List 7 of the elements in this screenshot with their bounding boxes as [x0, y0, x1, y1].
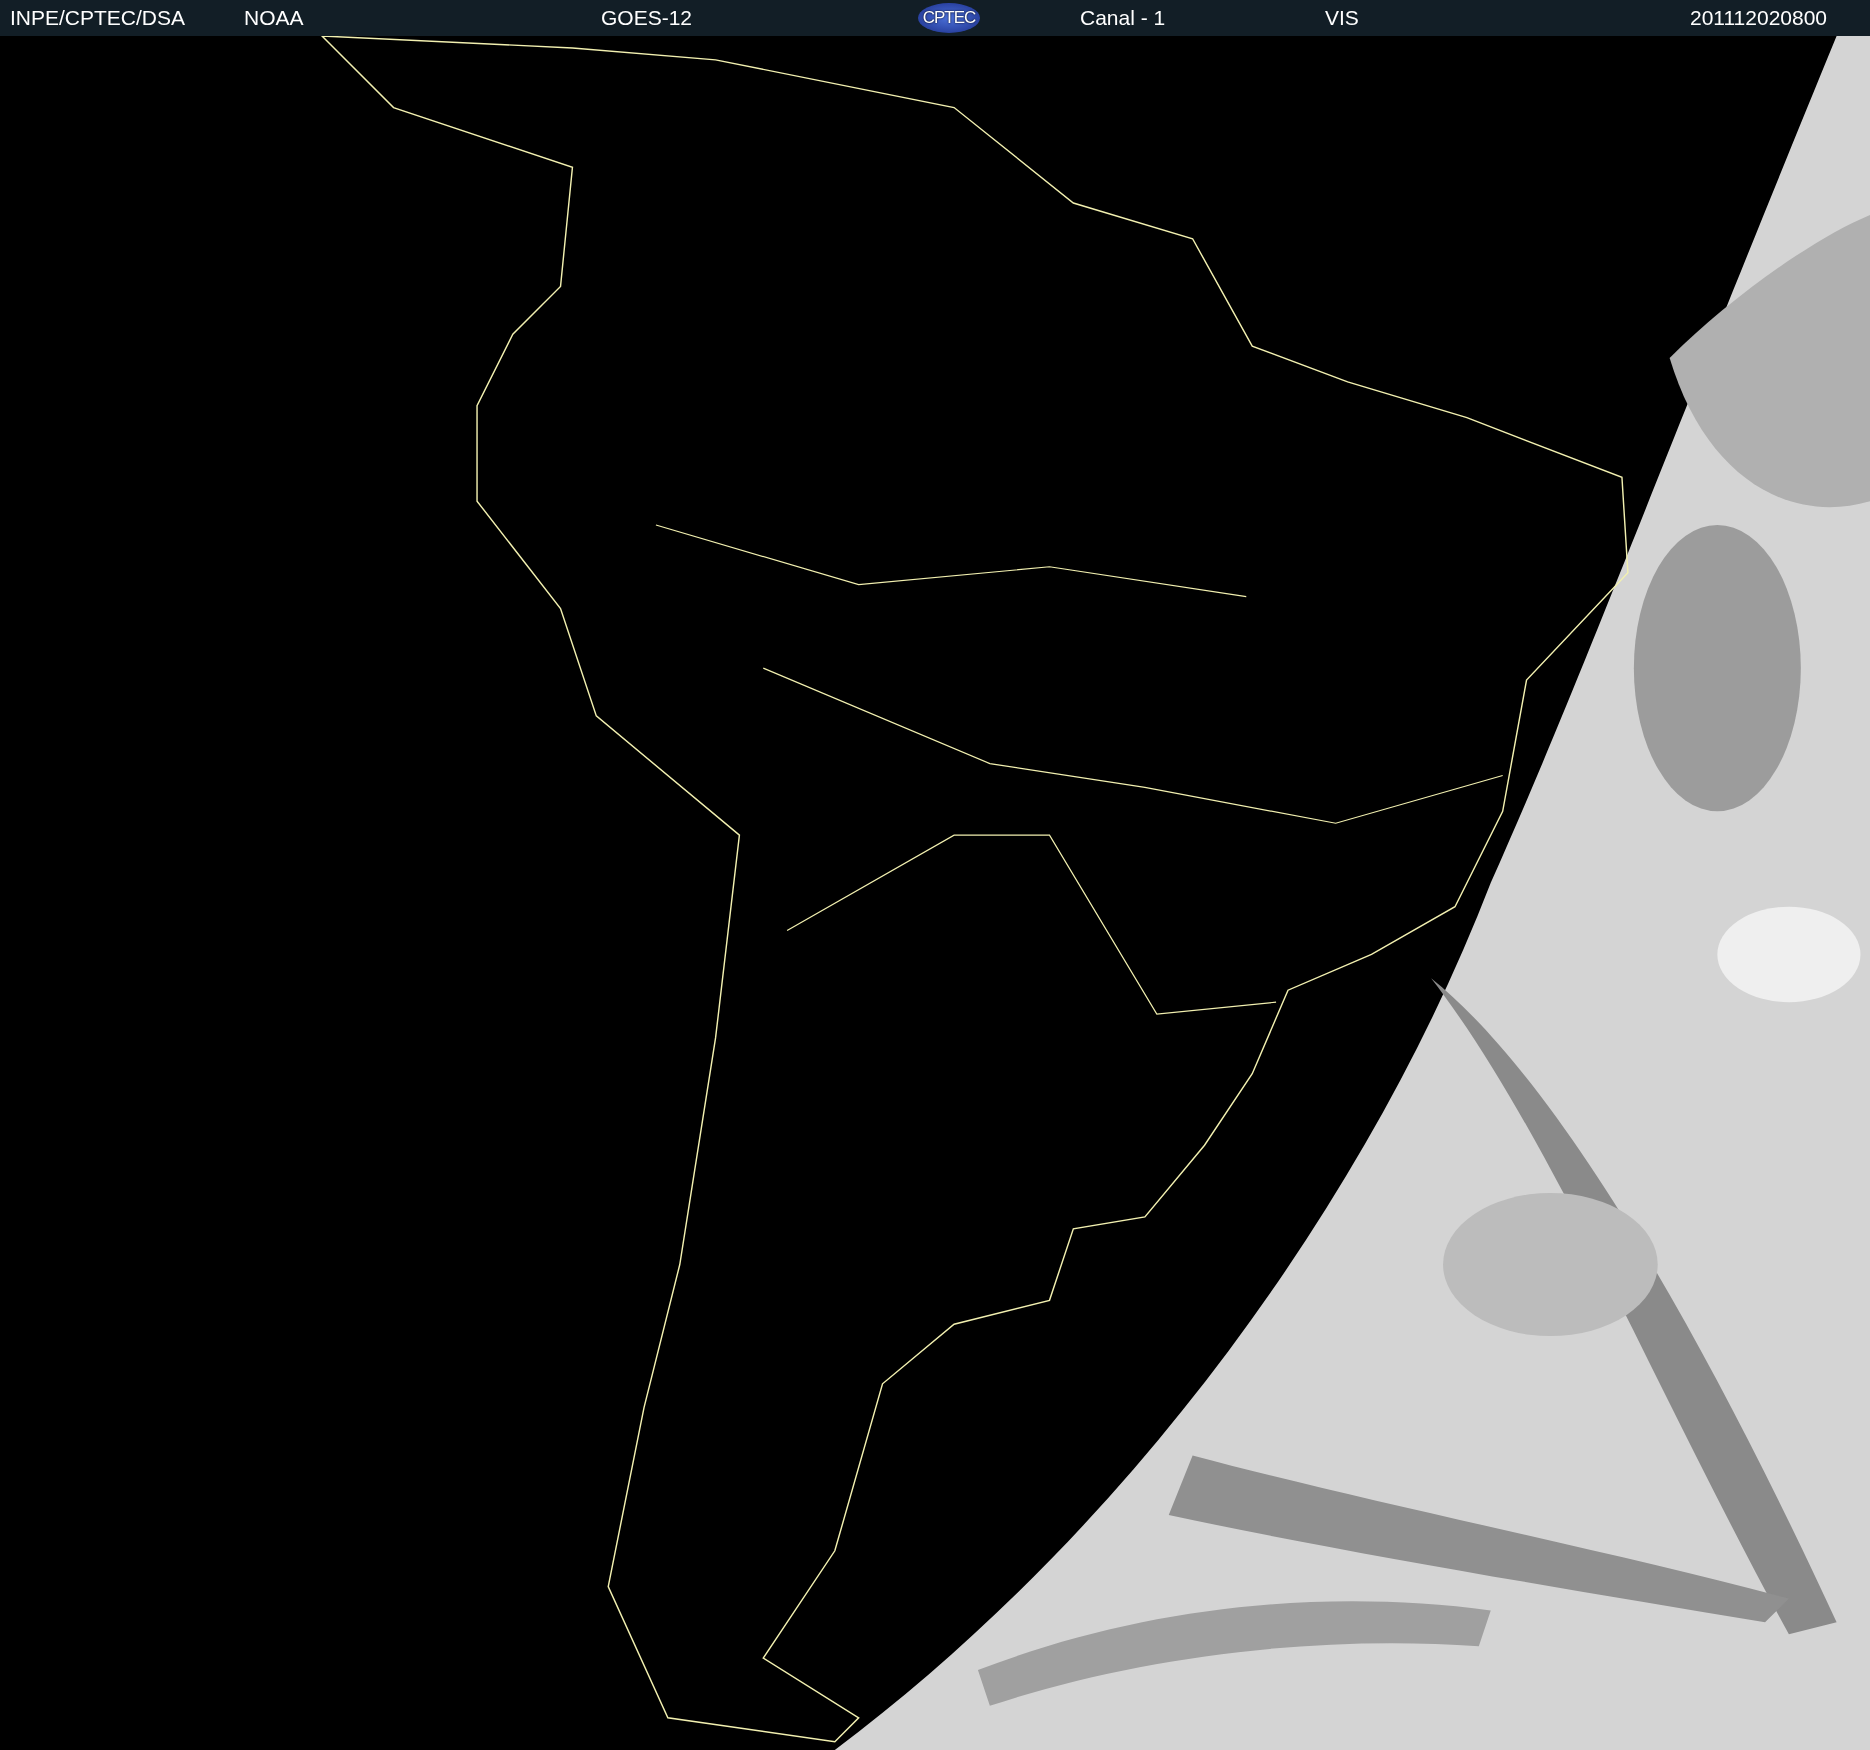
timestamp-label: 201112020800: [1690, 6, 1828, 29]
logo: CPTEC: [918, 3, 980, 33]
satellite-label: GOES-12: [601, 6, 693, 29]
agency-label: NOAA: [244, 6, 304, 29]
band-label: VIS: [1325, 6, 1359, 29]
source-label: INPE/CPTEC/DSA: [10, 6, 186, 29]
channel-label: Canal - 1: [1080, 6, 1166, 29]
